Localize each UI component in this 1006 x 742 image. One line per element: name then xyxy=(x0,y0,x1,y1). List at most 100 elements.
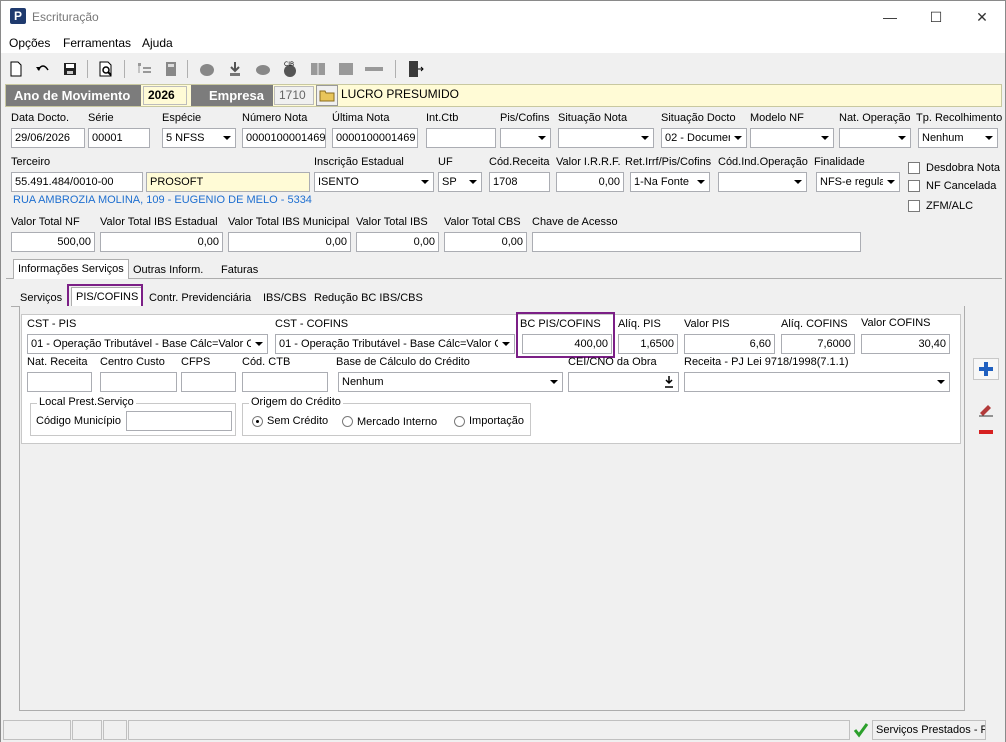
zfm-alc-checkbox[interactable] xyxy=(908,200,920,212)
pis-cofins-select[interactable] xyxy=(500,128,551,148)
int-ctb-input[interactable] xyxy=(426,128,496,148)
chevron-down-icon[interactable] xyxy=(251,335,267,353)
tab-ibs-cbs[interactable]: IBS/CBS xyxy=(258,288,311,308)
valor-pis-label: Valor PIS xyxy=(684,318,730,330)
chevron-down-icon[interactable] xyxy=(981,129,997,147)
tab-outras-inform[interactable]: Outras Inform. xyxy=(128,260,208,280)
tab-servicos[interactable]: Serviços xyxy=(15,288,67,308)
ano-movimento-value[interactable]: 2026 xyxy=(143,86,187,105)
chevron-down-icon[interactable] xyxy=(465,173,481,191)
toolbar-separator xyxy=(87,60,88,78)
chevron-down-icon[interactable] xyxy=(546,373,562,391)
situacao-nota-select[interactable] xyxy=(558,128,654,148)
situacao-nota-label: Situação Nota xyxy=(558,112,628,124)
inscricao-estadual-select[interactable]: ISENTO xyxy=(314,172,434,192)
menu-ferramentas[interactable]: Ferramentas xyxy=(63,36,131,50)
chevron-down-icon[interactable] xyxy=(417,173,433,191)
terceiro-cnpj-input[interactable]: 55.491.484/0010-00 xyxy=(11,172,143,192)
chevron-down-icon[interactable] xyxy=(730,129,746,147)
cfps-input[interactable] xyxy=(181,372,236,392)
ret-irrf-value: 1-Na Fonte xyxy=(634,176,690,188)
nat-receita-input[interactable] xyxy=(27,372,92,392)
add-item-button[interactable] xyxy=(973,358,999,380)
mercado-interno-radio[interactable] xyxy=(342,416,353,427)
cst-cofins-select[interactable]: 01 - Operação Tributável - Base Cálc=Val… xyxy=(275,334,515,354)
chevron-down-icon[interactable] xyxy=(933,373,949,391)
especie-select[interactable]: 5 NFSS xyxy=(162,128,236,148)
exit-door-icon[interactable] xyxy=(405,59,425,79)
chevron-down-icon[interactable] xyxy=(534,129,550,147)
cib-money-icon: CIB xyxy=(280,59,300,79)
chevron-down-icon[interactable] xyxy=(498,335,514,353)
chevron-down-icon[interactable] xyxy=(894,129,910,147)
ibs-input[interactable]: 0,00 xyxy=(356,232,439,252)
tab-reducao-bc[interactable]: Redução BC IBS/CBS xyxy=(309,288,428,308)
remove-item-button[interactable] xyxy=(973,421,999,443)
chevron-down-icon[interactable] xyxy=(693,173,709,191)
minus-icon xyxy=(979,430,993,434)
aliq-cofins-input[interactable]: 7,6000 xyxy=(781,334,855,354)
sem-credito-radio[interactable] xyxy=(252,416,263,427)
cbs-input[interactable]: 0,00 xyxy=(444,232,527,252)
download-arrow-icon[interactable] xyxy=(662,375,676,389)
cod-ctb-input[interactable] xyxy=(242,372,328,392)
cod-ind-operacao-select[interactable] xyxy=(718,172,807,192)
cei-cno-input[interactable] xyxy=(568,372,679,392)
cst-pis-label: CST - PIS xyxy=(27,318,77,330)
undo-icon[interactable] xyxy=(33,59,53,79)
codigo-municipio-input[interactable] xyxy=(126,411,232,431)
importacao-radio[interactable] xyxy=(454,416,465,427)
tab-informacoes-servicos[interactable]: Informações Serviços xyxy=(13,259,129,279)
valor-total-nf-input[interactable]: 500,00 xyxy=(11,232,95,252)
print-preview-icon[interactable] xyxy=(96,59,116,79)
open-folder-icon[interactable] xyxy=(316,85,338,106)
chevron-down-icon[interactable] xyxy=(817,129,833,147)
finalidade-value: NFS-e regular xyxy=(820,176,890,188)
nf-cancelada-label: NF Cancelada xyxy=(926,180,997,192)
valor-irrf-input[interactable]: 0,00 xyxy=(556,172,624,192)
close-icon[interactable]: ✕ xyxy=(972,7,992,27)
nat-operacao-select[interactable] xyxy=(839,128,911,148)
edit-item-button[interactable] xyxy=(973,398,999,420)
tp-recolhimento-select[interactable]: Nenhum xyxy=(918,128,998,148)
serie-input[interactable]: 00001 xyxy=(88,128,150,148)
tab-faturas[interactable]: Faturas xyxy=(216,260,263,280)
maximize-icon[interactable]: ☐ xyxy=(926,7,946,27)
new-document-icon[interactable] xyxy=(6,59,26,79)
menu-opcoes[interactable]: Opções xyxy=(9,36,50,50)
finalidade-select[interactable]: NFS-e regular xyxy=(816,172,900,192)
centro-custo-input[interactable] xyxy=(100,372,177,392)
desdobra-nota-checkbox[interactable] xyxy=(908,162,920,174)
chevron-down-icon[interactable] xyxy=(637,129,653,147)
chevron-down-icon[interactable] xyxy=(883,173,899,191)
ret-irrf-select[interactable]: 1-Na Fonte xyxy=(630,172,710,192)
minimize-icon[interactable]: — xyxy=(880,7,900,27)
data-docto-input[interactable]: 29/06/2026 xyxy=(11,128,85,148)
aliq-pis-input[interactable]: 1,6500 xyxy=(618,334,678,354)
chave-acesso-input[interactable] xyxy=(532,232,861,252)
ibs-municipal-input[interactable]: 0,00 xyxy=(228,232,351,252)
nf-cancelada-checkbox[interactable] xyxy=(908,180,920,192)
receita-pj-select[interactable] xyxy=(684,372,950,392)
ultima-nota-input[interactable]: 0000100001469 xyxy=(332,128,418,148)
menu-ajuda[interactable]: Ajuda xyxy=(142,36,173,50)
cod-ctb-label: Cód. CTB xyxy=(242,356,291,368)
status-panel-3 xyxy=(103,720,127,740)
modelo-nf-select[interactable] xyxy=(750,128,834,148)
situacao-docto-select[interactable]: 02 - Documento xyxy=(661,128,747,148)
uf-select[interactable]: SP xyxy=(438,172,482,192)
cst-pis-select[interactable]: 01 - Operação Tributável - Base Cálc=Val… xyxy=(27,334,268,354)
terceiro-label: Terceiro xyxy=(11,156,51,168)
chevron-down-icon[interactable] xyxy=(790,173,806,191)
chevron-down-icon[interactable] xyxy=(219,129,235,147)
ibs-estadual-input[interactable]: 0,00 xyxy=(100,232,223,252)
save-icon[interactable] xyxy=(60,59,80,79)
valor-pis-input[interactable]: 6,60 xyxy=(684,334,775,354)
situacao-docto-label: Situação Docto xyxy=(661,112,736,124)
cod-receita-input[interactable]: 1708 xyxy=(489,172,550,192)
base-credito-select[interactable]: Nenhum xyxy=(338,372,563,392)
valor-cofins-input[interactable]: 30,40 xyxy=(861,334,950,354)
numero-nota-input[interactable]: 0000100001469 xyxy=(242,128,326,148)
tab-contr-previdenciaria[interactable]: Contr. Previdenciária xyxy=(144,288,256,308)
base-credito-label: Base de Cálculo do Crédito xyxy=(336,356,470,368)
